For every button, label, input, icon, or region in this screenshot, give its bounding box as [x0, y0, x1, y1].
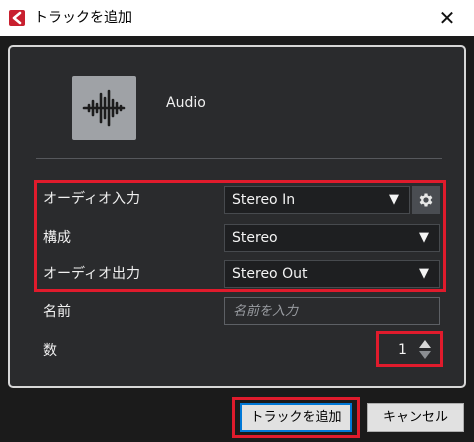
audio-output-value: Stereo Out: [232, 266, 308, 282]
close-button[interactable]: ✕: [432, 4, 462, 32]
audio-output-select[interactable]: Stereo Out ▼: [224, 260, 440, 288]
audio-input-value: Stereo In: [232, 192, 296, 208]
audio-output-label: オーディオ出力: [43, 266, 141, 282]
divider: [36, 158, 442, 159]
dropdown-arrow-icon: ▼: [419, 266, 429, 281]
name-label: 名前: [43, 304, 71, 320]
cubase-logo-icon: [9, 10, 25, 26]
title-bar: トラックを追加 ✕: [0, 0, 474, 36]
audio-input-label: オーディオ入力: [43, 191, 141, 207]
track-type-label: Audio: [166, 95, 206, 111]
configuration-label: 構成: [43, 230, 71, 246]
increment-arrow-icon[interactable]: [419, 340, 431, 348]
dropdown-arrow-icon: ▼: [389, 192, 399, 207]
add-track-button[interactable]: トラックを追加: [240, 403, 352, 432]
track-name-input[interactable]: [224, 297, 440, 325]
count-stepper[interactable]: [419, 339, 433, 361]
gear-icon: [419, 193, 433, 207]
close-icon: ✕: [438, 6, 456, 30]
dropdown-arrow-icon: ▼: [419, 230, 429, 245]
configuration-select[interactable]: Stereo ▼: [224, 224, 440, 252]
decrement-arrow-icon[interactable]: [419, 351, 431, 359]
window-title: トラックを追加: [34, 10, 132, 26]
configuration-value: Stereo: [232, 230, 278, 246]
cancel-button[interactable]: キャンセル: [367, 403, 464, 432]
count-label: 数: [43, 343, 57, 359]
audio-input-select[interactable]: Stereo In ▼: [224, 186, 410, 214]
input-settings-button[interactable]: [412, 186, 440, 214]
track-count-value: 1: [398, 342, 407, 358]
audio-waveform-icon: [72, 76, 136, 140]
